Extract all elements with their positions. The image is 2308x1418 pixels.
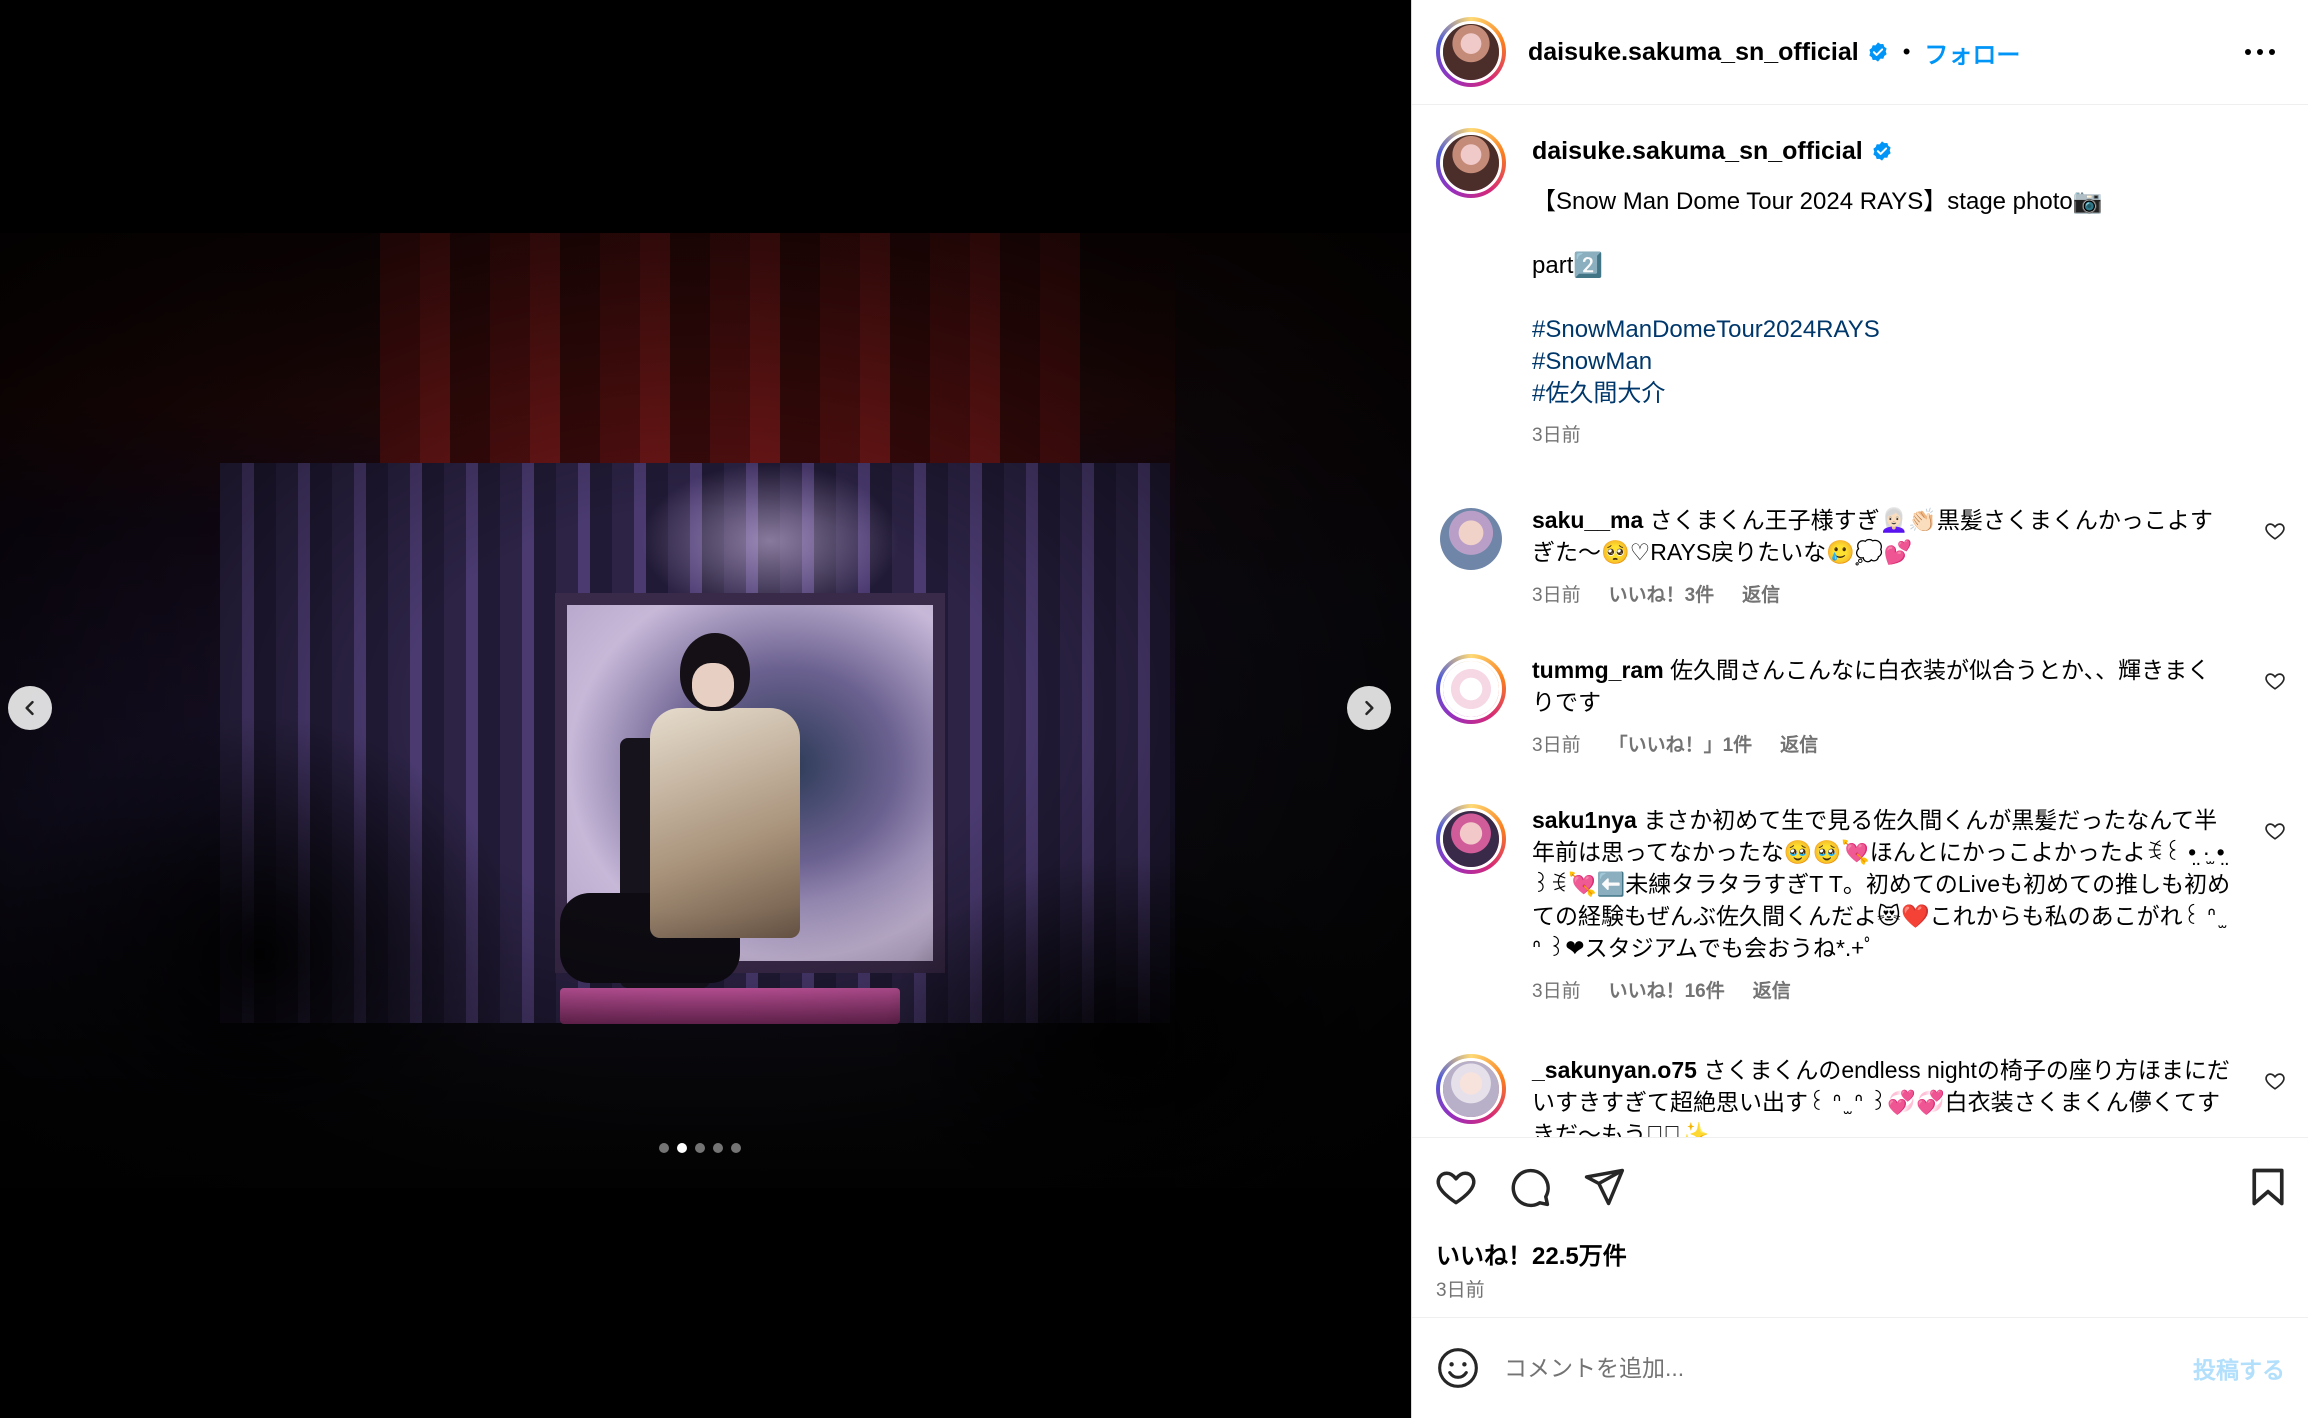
comment-item: tummg_ram 佐久間さんこんなに白衣装が似合うとか、、輝きまくりです 3日… <box>1436 654 2286 757</box>
share-paper-plane-icon[interactable] <box>1582 1165 1626 1209</box>
comment-item: saku__ma さくまくん王子様すぎ👩🏻‍🦳👏🏻黒髪さくまくんかっこよすぎた〜… <box>1436 504 2286 607</box>
caption-text-line1: 【Snow Man Dome Tour 2024 RAYS】stage phot… <box>1532 188 2103 215</box>
likes-count[interactable]: いいね！22.5万件 <box>1436 1236 1627 1271</box>
header-separator: • <box>1902 39 1911 64</box>
comment-text: tummg_ram 佐久間さんこんなに白衣装が似合うとか、、輝きまくりです <box>1532 657 2211 715</box>
reply-button[interactable]: 返信 <box>1780 730 1818 757</box>
comment-text: saku__ma さくまくん王子様すぎ👩🏻‍🦳👏🏻黒髪さくまくんかっこよすぎた〜… <box>1532 507 2213 565</box>
comments-list[interactable]: daisuke.sakuma_sn_official 【Snow Man Dom… <box>1412 106 2308 1137</box>
reply-button[interactable]: 返信 <box>1742 580 1780 607</box>
like-comment-heart-icon[interactable] <box>2264 820 2286 842</box>
chevron-right-icon <box>1365 700 1374 716</box>
comment-item: _sakunyan.o75 さくまくんのendless nightの椅子の座り方… <box>1436 1054 2286 1137</box>
reply-button[interactable]: 返信 <box>1753 976 1791 1003</box>
comment-timestamp: 3日前 <box>1532 585 1581 606</box>
hashtag-link[interactable]: #SnowMan <box>1532 346 2232 378</box>
verified-badge-icon <box>1871 140 1893 162</box>
chevron-left-icon <box>25 700 34 716</box>
post-comment-button[interactable]: 投稿する <box>2193 1351 2285 1385</box>
emoji-smiley-icon[interactable] <box>1436 1346 1480 1390</box>
carousel-dot <box>731 1143 741 1153</box>
comment-bubble-icon[interactable] <box>1508 1165 1552 1209</box>
like-comment-heart-icon[interactable] <box>2264 520 2286 542</box>
commenter-avatar[interactable] <box>1436 804 1506 874</box>
stage-photo <box>0 233 1411 1188</box>
comment-timestamp: 3日前 <box>1532 735 1581 756</box>
carousel-dot <box>695 1143 705 1153</box>
hashtag-link[interactable]: #佐久間大介 <box>1532 378 2232 410</box>
instagram-post-modal: daisuke.sakuma_sn_official • フォロー daisuk <box>0 0 2308 1418</box>
comment-item: saku1nya まさか初めて生で見る佐久間くんが黒髪だったなんて半年前は思って… <box>1436 804 2286 1003</box>
commenter-avatar[interactable] <box>1436 1054 1506 1124</box>
author-username[interactable]: daisuke.sakuma_sn_official <box>1528 38 1859 67</box>
like-comment-heart-icon[interactable] <box>2264 670 2286 692</box>
follow-button[interactable]: フォロー <box>1924 35 2020 70</box>
carousel-dot <box>659 1143 669 1153</box>
carousel-dot <box>677 1143 687 1153</box>
caption-timestamp: 3日前 <box>1532 425 1581 446</box>
comment-input[interactable] <box>1504 1354 2193 1382</box>
carousel-indicator <box>659 1143 741 1153</box>
verified-badge-icon <box>1867 41 1889 63</box>
action-icons-row <box>1434 1165 2294 1215</box>
like-heart-icon[interactable] <box>1434 1165 1478 1209</box>
post-header: daisuke.sakuma_sn_official • フォロー <box>1412 0 2308 105</box>
next-slide-button[interactable] <box>1347 686 1391 730</box>
post-timestamp: 3日前 <box>1436 1280 1485 1301</box>
caption-author-avatar[interactable] <box>1436 128 1506 198</box>
like-comment-heart-icon[interactable] <box>2264 1070 2286 1092</box>
caption-entry: daisuke.sakuma_sn_official 【Snow Man Dom… <box>1436 128 2286 447</box>
comment-likes-link[interactable]: いいね！3件 <box>1609 580 1715 607</box>
commenter-avatar[interactable] <box>1436 654 1506 724</box>
previous-slide-button[interactable] <box>8 686 52 730</box>
media-pane <box>0 0 1411 1418</box>
caption-author-username[interactable]: daisuke.sakuma_sn_official <box>1532 137 1863 166</box>
commenter-username[interactable]: saku__ma <box>1532 507 1643 533</box>
hashtag-link[interactable]: #SnowManDomeTour2024RAYS <box>1532 314 2232 346</box>
commenter-username[interactable]: saku1nya <box>1532 807 1637 833</box>
caption-text-line2: part2️⃣ <box>1532 252 1604 279</box>
comment-timestamp: 3日前 <box>1532 981 1581 1002</box>
post-actions: いいね！22.5万件 3日前 <box>1412 1137 2308 1317</box>
commenter-username[interactable]: tummg_ram <box>1532 657 1664 683</box>
save-bookmark-icon[interactable] <box>2246 1165 2290 1209</box>
post-details-panel: daisuke.sakuma_sn_official • フォロー daisuk <box>1411 0 2308 1418</box>
comment-likes-link[interactable]: いいね！16件 <box>1609 976 1725 1003</box>
photo-vignette <box>0 233 1411 1188</box>
more-options-icon[interactable] <box>2235 39 2285 65</box>
commenter-username[interactable]: _sakunyan.o75 <box>1532 1057 1697 1083</box>
commenter-avatar[interactable] <box>1436 504 1506 574</box>
comment-likes-link[interactable]: 「いいね！」1件 <box>1609 730 1753 757</box>
comment-text: _sakunyan.o75 さくまくんのendless nightの椅子の座り方… <box>1532 1057 2230 1137</box>
carousel-dot <box>713 1143 723 1153</box>
author-avatar[interactable] <box>1436 17 1506 87</box>
add-comment-bar: 投稿する <box>1412 1317 2308 1418</box>
comment-text: saku1nya まさか初めて生で見る佐久間くんが黒髪だったなんて半年前は思って… <box>1532 807 2231 961</box>
